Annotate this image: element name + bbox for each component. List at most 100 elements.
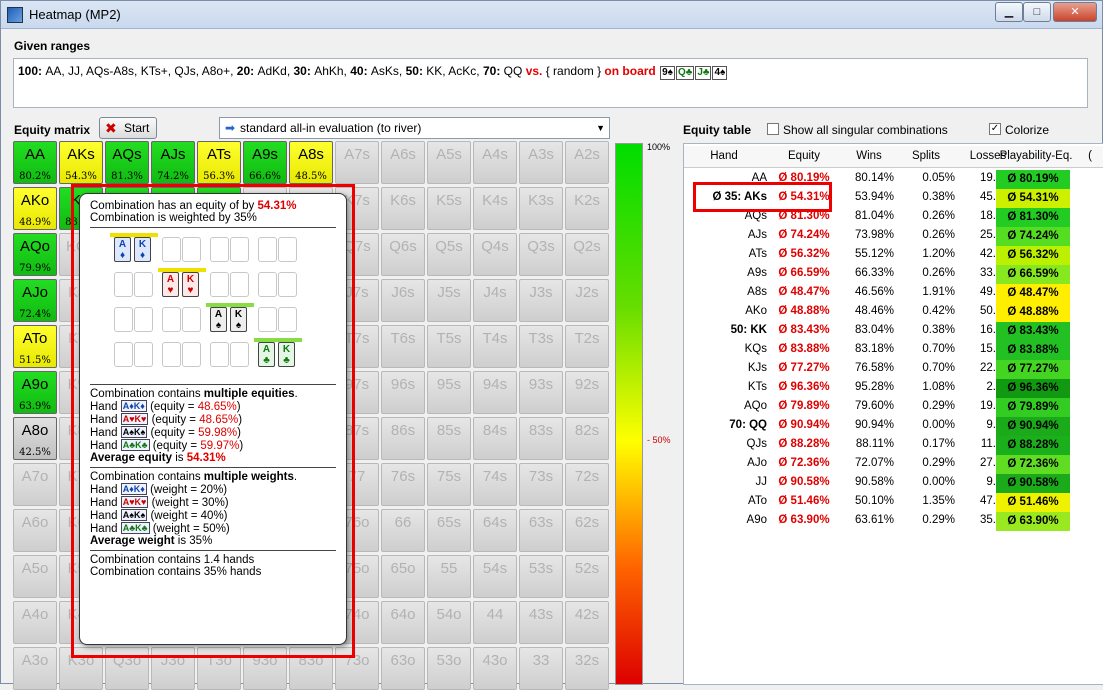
matrix-cell[interactable]: Q3s <box>519 233 563 276</box>
matrix-cell[interactable]: T3s <box>519 325 563 368</box>
column-header[interactable]: ( <box>1080 150 1100 162</box>
maximize-button[interactable]: □ <box>1023 2 1051 22</box>
matrix-cell[interactable]: AJo 72.4% <box>13 279 57 322</box>
matrix-cell[interactable]: AJs 74.2% <box>151 141 195 184</box>
matrix-cell[interactable]: J4s <box>473 279 517 322</box>
matrix-cell[interactable]: A9o 63.9% <box>13 371 57 414</box>
matrix-cell[interactable]: 93s <box>519 371 563 414</box>
table-row[interactable]: AKoØ 48.88%48.46%0.42%50.69%Ø 48.88% <box>684 303 1103 322</box>
matrix-cell[interactable]: Q4s <box>473 233 517 276</box>
matrix-cell[interactable]: 42s <box>565 601 609 644</box>
matrix-cell[interactable]: AKo 48.9% <box>13 187 57 230</box>
matrix-cell[interactable]: 62s <box>565 509 609 552</box>
matrix-cell[interactable]: 94s <box>473 371 517 414</box>
column-header[interactable]: Hand <box>684 150 764 162</box>
matrix-cell[interactable]: A8o 42.5% <box>13 417 57 460</box>
matrix-cell[interactable]: A6s <box>381 141 425 184</box>
matrix-cell[interactable]: A5s <box>427 141 471 184</box>
matrix-cell[interactable]: 72s <box>565 463 609 506</box>
matrix-cell[interactable]: 64o <box>381 601 425 644</box>
matrix-cell[interactable]: J6s <box>381 279 425 322</box>
matrix-cell[interactable]: ATs 56.3% <box>197 141 241 184</box>
table-row[interactable]: 50: KKØ 83.43%83.04%0.38%16.19%Ø 83.43% <box>684 322 1103 341</box>
column-header[interactable]: Wins <box>844 150 894 162</box>
matrix-cell[interactable]: A3s <box>519 141 563 184</box>
matrix-cell[interactable]: 64s <box>473 509 517 552</box>
close-button[interactable]: ✕ <box>1053 2 1097 22</box>
matrix-cell[interactable]: AKs 54.3% <box>59 141 103 184</box>
matrix-cell[interactable]: K2s <box>565 187 609 230</box>
matrix-cell[interactable]: 43s <box>519 601 563 644</box>
matrix-cell[interactable]: J5s <box>427 279 471 322</box>
matrix-cell[interactable]: J2s <box>565 279 609 322</box>
table-row[interactable]: AQoØ 79.89%79.60%0.29%19.83%Ø 79.89% <box>684 398 1103 417</box>
matrix-cell[interactable]: K4s <box>473 187 517 230</box>
matrix-cell[interactable]: A4o <box>13 601 57 644</box>
table-row[interactable]: A8sØ 48.47%46.56%1.91%49.61%Ø 48.47% <box>684 284 1103 303</box>
table-row[interactable]: AJoØ 72.36%72.07%0.29%27.36%Ø 72.36% <box>684 455 1103 474</box>
column-header[interactable]: Equity <box>768 150 840 162</box>
matrix-cell[interactable]: A5o <box>13 555 57 598</box>
table-row[interactable]: JJØ 90.58%90.58%0.00%9.42%Ø 90.58% <box>684 474 1103 493</box>
table-row[interactable]: ATsØ 56.32%55.12%1.20%42.47%Ø 56.32% <box>684 246 1103 265</box>
evaluation-dropdown[interactable]: ➡ standard all-in evaluation (to river) ▼ <box>219 117 610 139</box>
table-row[interactable]: KQsØ 83.88%83.18%0.70%15.42%Ø 83.88% <box>684 341 1103 360</box>
matrix-cell[interactable]: ATo 51.5% <box>13 325 57 368</box>
matrix-cell[interactable]: 73s <box>519 463 563 506</box>
matrix-cell[interactable]: 52s <box>565 555 609 598</box>
matrix-cell[interactable]: 44 <box>473 601 517 644</box>
matrix-cell[interactable]: A4s <box>473 141 517 184</box>
matrix-cell[interactable]: A7o <box>13 463 57 506</box>
matrix-cell[interactable]: 66 <box>381 509 425 552</box>
matrix-cell[interactable]: 86s <box>381 417 425 460</box>
matrix-cell[interactable]: 53s <box>519 555 563 598</box>
table-row[interactable]: AJsØ 74.24%73.98%0.26%25.49%Ø 74.24% <box>684 227 1103 246</box>
matrix-cell[interactable]: 65s <box>427 509 471 552</box>
matrix-cell[interactable]: AA 80.2% <box>13 141 57 184</box>
ranges-input[interactable]: 100: AA, JJ, AQs-A8s, KTs+, QJs, A8o+, 2… <box>13 58 1088 108</box>
matrix-cell[interactable]: 96s <box>381 371 425 414</box>
table-row[interactable]: AToØ 51.46%50.10%1.35%47.19%Ø 51.46% <box>684 493 1103 512</box>
matrix-cell[interactable]: T5s <box>427 325 471 368</box>
matrix-cell[interactable]: Q5s <box>427 233 471 276</box>
matrix-cell[interactable]: K5s <box>427 187 471 230</box>
matrix-cell[interactable]: 92s <box>565 371 609 414</box>
matrix-cell[interactable]: 83s <box>519 417 563 460</box>
matrix-cell[interactable]: J3s <box>519 279 563 322</box>
matrix-cell[interactable]: 55 <box>427 555 471 598</box>
matrix-cell[interactable]: AQs 81.3% <box>105 141 149 184</box>
column-header[interactable]: Splits <box>896 150 956 162</box>
column-header[interactable]: Playability-Eq. <box>998 150 1074 162</box>
matrix-cell[interactable]: A9s 66.6% <box>243 141 287 184</box>
matrix-cell[interactable]: 54o <box>427 601 471 644</box>
matrix-cell[interactable]: 84s <box>473 417 517 460</box>
colorize-checkbox[interactable]: ✓ <box>989 123 1001 135</box>
matrix-cell[interactable]: Q2s <box>565 233 609 276</box>
table-row[interactable]: QJsØ 88.28%88.11%0.17%11.54%Ø 88.28% <box>684 436 1103 455</box>
table-row[interactable]: A9sØ 66.59%66.33%0.26%33.15%Ø 66.59% <box>684 265 1103 284</box>
matrix-cell[interactable]: 85s <box>427 417 471 460</box>
show-all-checkbox[interactable] <box>767 123 779 135</box>
table-row[interactable]: KJsØ 77.27%76.58%0.70%22.03%Ø 77.27% <box>684 360 1103 379</box>
matrix-cell[interactable]: 76s <box>381 463 425 506</box>
matrix-cell[interactable]: Q6s <box>381 233 425 276</box>
matrix-cell[interactable]: 95s <box>427 371 471 414</box>
matrix-cell[interactable]: 82s <box>565 417 609 460</box>
matrix-cell[interactable]: T6s <box>381 325 425 368</box>
matrix-cell[interactable]: 63s <box>519 509 563 552</box>
matrix-cell[interactable]: A2s <box>565 141 609 184</box>
matrix-cell[interactable]: 65o <box>381 555 425 598</box>
matrix-cell[interactable]: A8s 48.5% <box>289 141 333 184</box>
matrix-cell[interactable]: A7s <box>335 141 379 184</box>
matrix-cell[interactable]: K3s <box>519 187 563 230</box>
matrix-cell[interactable]: AQo 79.9% <box>13 233 57 276</box>
matrix-cell[interactable]: 75s <box>427 463 471 506</box>
matrix-cell[interactable]: T4s <box>473 325 517 368</box>
chevron-down-icon[interactable]: ▼ <box>596 118 605 138</box>
matrix-cell[interactable]: A6o <box>13 509 57 552</box>
minimize-button[interactable]: ▁ <box>995 2 1023 22</box>
start-button[interactable]: ✖ Start <box>99 117 157 139</box>
table-row[interactable]: KTsØ 96.36%95.28%1.08%2.56%Ø 96.36% <box>684 379 1103 398</box>
table-row[interactable]: 70: QQØ 90.94%90.94%0.00%9.06%Ø 90.94% <box>684 417 1103 436</box>
matrix-cell[interactable]: 54s <box>473 555 517 598</box>
